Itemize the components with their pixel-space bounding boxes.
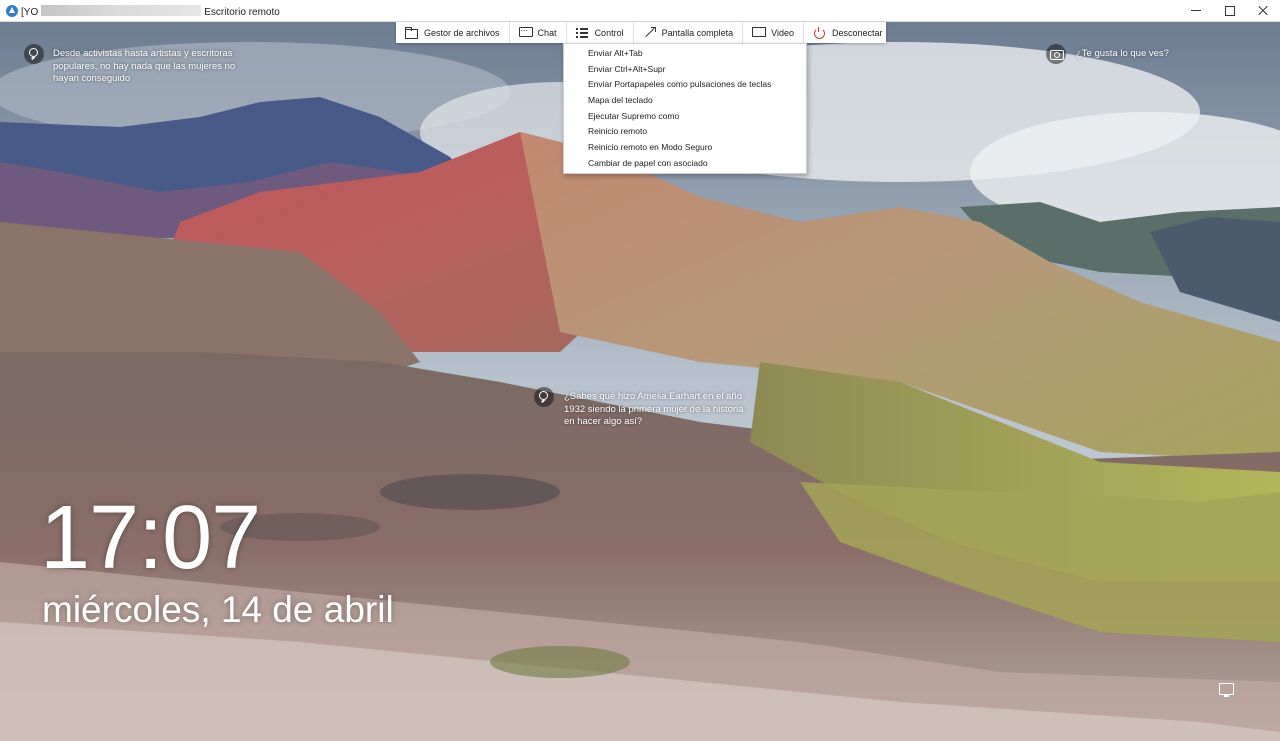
spotlight-search-icon[interactable] <box>534 387 554 407</box>
video-button[interactable]: Video <box>743 22 804 43</box>
chat-button[interactable]: Chat <box>510 22 567 43</box>
fullscreen-icon <box>643 27 656 38</box>
menu-item-switch-role[interactable]: Cambiar de papel con asociado <box>564 156 806 172</box>
menu-item-send-clipboard-keystrokes[interactable]: Enviar Portapapeles como pulsaciones de … <box>564 77 806 93</box>
lockscreen-clock: 17:07 <box>40 488 261 588</box>
disconnect-button[interactable]: Desconectar <box>804 22 892 43</box>
maximize-button[interactable] <box>1212 0 1248 21</box>
window-title: [YO Escritorio remoto <box>21 5 280 18</box>
spotlight-center-caption[interactable]: ¿Sabes qué hizo Amelia Earhart en el año… <box>564 391 744 429</box>
disconnect-label: Desconectar <box>831 27 883 38</box>
chat-icon <box>518 23 533 38</box>
control-dropdown-menu: Enviar Alt+Tab Enviar Ctrl+Alt+Supr Envi… <box>563 43 807 174</box>
network-icon[interactable] <box>1219 683 1234 697</box>
redacted-hostname <box>41 5 202 16</box>
folder-icon <box>405 27 418 39</box>
spotlight-top-caption[interactable]: Desde activistas hasta artistas y escrit… <box>53 48 243 86</box>
window-title-suffix: Escritorio remoto <box>204 7 280 18</box>
control-button[interactable]: Control <box>567 22 634 43</box>
app-logo-icon <box>6 5 18 17</box>
menu-item-send-alt-tab[interactable]: Enviar Alt+Tab <box>564 46 806 62</box>
menu-item-remote-reboot[interactable]: Reinicio remoto <box>564 124 806 140</box>
menu-item-send-ctrl-alt-del[interactable]: Enviar Ctrl+Alt+Supr <box>564 62 806 78</box>
chat-label: Chat <box>537 27 557 38</box>
list-icon <box>575 27 589 38</box>
control-label: Control <box>594 27 624 38</box>
remote-toolbar: Gestor de archivos Chat Control Pantalla… <box>396 22 886 43</box>
menu-item-keyboard-map[interactable]: Mapa del teclado <box>564 93 806 109</box>
window-titlebar: [YO Escritorio remoto <box>0 0 1280 22</box>
video-label: Video <box>771 27 794 38</box>
spotlight-search-icon[interactable] <box>24 44 44 64</box>
like-prompt[interactable]: ¿Te gusta lo que ves? <box>1076 48 1196 61</box>
menu-item-run-supremo-as[interactable]: Ejecutar Supremo como <box>564 109 806 125</box>
close-button[interactable] <box>1245 0 1280 21</box>
power-icon <box>813 27 826 39</box>
window-title-prefix: [YO <box>21 7 39 18</box>
camera-icon[interactable] <box>1046 44 1066 64</box>
file-manager-label: Gestor de archivos <box>424 27 500 38</box>
menu-item-remote-reboot-safe-mode[interactable]: Reinicio remoto en Modo Seguro <box>564 140 806 156</box>
fullscreen-label: Pantalla completa <box>661 27 734 38</box>
fullscreen-button[interactable]: Pantalla completa <box>634 22 744 43</box>
file-manager-button[interactable]: Gestor de archivos <box>396 22 510 43</box>
monitor-icon <box>752 27 767 38</box>
minimize-button[interactable] <box>1178 0 1214 21</box>
lockscreen-date: miércoles, 14 de abril <box>42 589 394 630</box>
